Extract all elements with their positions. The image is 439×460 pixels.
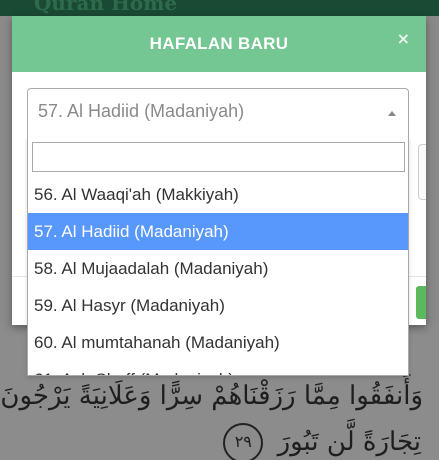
close-icon[interactable]: × [397,29,410,48]
dropdown-option[interactable]: 56. Al Waaqi'ah (Makkiyah) [28,176,408,213]
dropdown-options-list: 56. Al Waaqi'ah (Makkiyah) 57. Al Hadiid … [28,176,408,375]
surah-select[interactable]: 57. Al Hadiid (Madaniyah) [27,88,409,138]
dropdown-option[interactable]: 58. Al Mujaadalah (Madaniyah) [28,250,408,287]
ayah-text-line-2-text: تِجَارَةً لَّن تَبُورَ [277,427,421,457]
ayah-text-line-1: وَأَنفَقُوا مِمَّا رَزَقْنَاهُمْ سِرًّا … [0,381,423,411]
dropdown-option[interactable]: 61. Ash Shaff (Madaniyah) [28,361,408,375]
app-header-background: Quran Home [0,0,439,16]
dropdown-search-input[interactable] [32,142,405,172]
dropdown-option[interactable]: 57. Al Hadiid (Madaniyah) [28,213,408,250]
surah-dropdown: 56. Al Waaqi'ah (Makkiyah) 57. Al Hadiid … [27,137,409,376]
dropdown-search-wrapper [28,137,408,176]
surah-select-value: 57. Al Hadiid (Madaniyah) [38,101,245,121]
ayah-text-line-2: تِجَارَةً لَّن تَبُورَ ٢٩ [223,423,421,460]
dropdown-option[interactable]: 60. Al mumtahanah (Madaniyah) [28,324,408,361]
dropdown-option[interactable]: 59. Al Hasyr (Madaniyah) [28,287,408,324]
modal-header: HAFALAN BARU × [12,16,426,72]
chevron-up-icon [388,111,396,116]
save-button[interactable] [416,286,426,319]
modal-title: HAFALAN BARU [149,34,289,53]
ayah-number-marker: ٢٩ [223,423,264,460]
app-logo: Quran Home [34,0,178,15]
partially-hidden-field[interactable] [418,144,426,200]
